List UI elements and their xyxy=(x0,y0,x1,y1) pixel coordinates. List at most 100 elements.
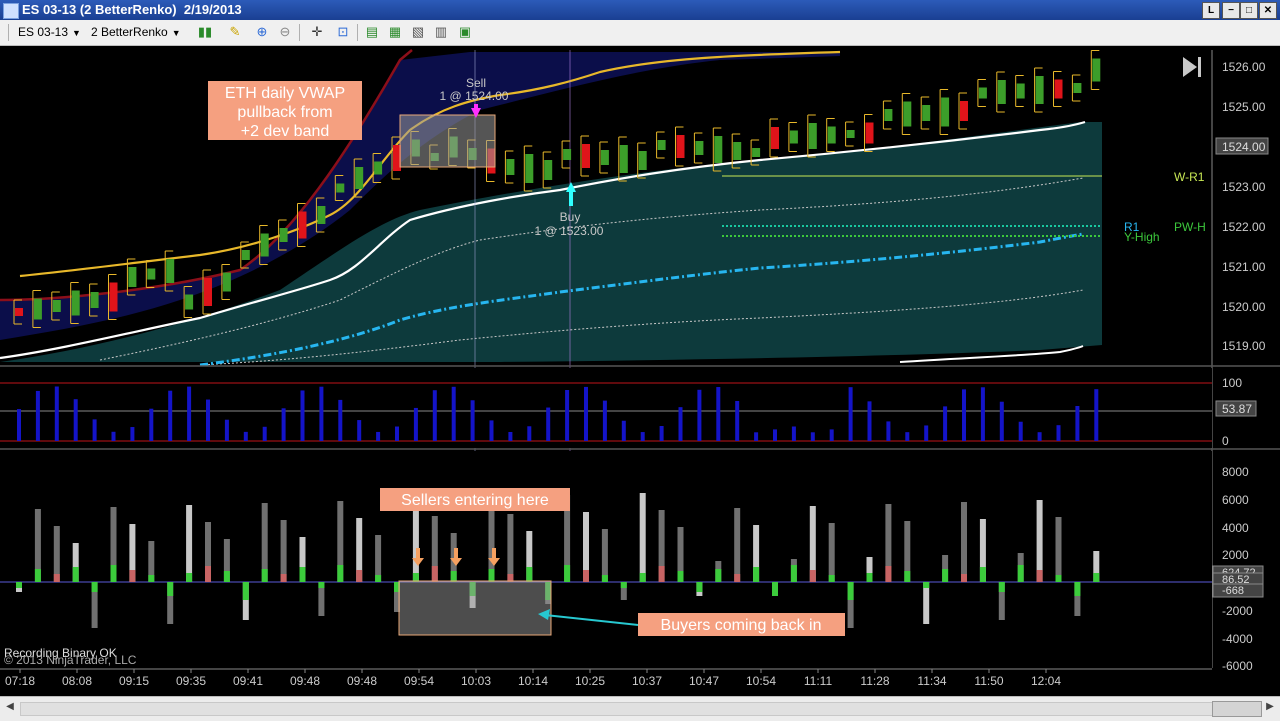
candle-body xyxy=(865,122,874,144)
delta-bar-net xyxy=(299,567,306,582)
crosshair-icon[interactable]: ✛ xyxy=(308,24,326,40)
instrument-label: ES 03-13 xyxy=(18,25,69,39)
oscillator-bar xyxy=(791,426,796,441)
bar-type-selector[interactable]: 2 BetterRenko ▼ xyxy=(91,25,181,39)
delta-bar-net xyxy=(753,567,760,582)
time-tick-label: 11:34 xyxy=(917,674,946,688)
oscillator-bar xyxy=(829,429,834,441)
chart-area[interactable]: ETH daily VWAP pullback from +2 dev band… xyxy=(0,46,1280,696)
draw-pencil-icon[interactable]: ✎ xyxy=(226,24,244,40)
oscillator-bar xyxy=(659,425,664,441)
delta-bar xyxy=(375,535,382,582)
delta-bar xyxy=(186,505,193,582)
toolbar-separator xyxy=(299,24,300,41)
candle-body xyxy=(752,148,761,157)
data-box-icon[interactable]: ⊡ xyxy=(334,24,352,40)
time-tick-label: 10:54 xyxy=(746,674,776,688)
delta-bar-net xyxy=(715,569,722,582)
scroll-track[interactable] xyxy=(20,702,1214,716)
bar-chart-icon[interactable]: ▥ xyxy=(432,24,450,40)
oscillator-bar xyxy=(357,420,362,441)
zoom-in-icon[interactable]: ⊕ xyxy=(253,24,271,40)
time-tick-label: 08:08 xyxy=(62,674,92,688)
time-tick-label: 10:14 xyxy=(518,674,548,688)
candle-body xyxy=(374,161,383,175)
time-tick-label: 10:37 xyxy=(632,674,662,688)
oscillator-bar xyxy=(1075,405,1080,441)
oscillator-bar xyxy=(1056,425,1061,441)
candle-body xyxy=(204,278,212,306)
scroll-thumb[interactable] xyxy=(1212,701,1262,717)
delta-bar-net xyxy=(847,582,854,600)
buy-arrow-stem xyxy=(569,192,573,206)
sell-arrow-stem xyxy=(474,104,478,110)
candle-body xyxy=(147,268,156,280)
candle-body xyxy=(241,250,250,260)
oscillator-bar xyxy=(867,401,872,441)
oscillator-bar xyxy=(168,390,173,441)
save-icon[interactable]: ▣ xyxy=(456,24,474,40)
candle-body xyxy=(582,144,590,168)
candle-body xyxy=(960,101,968,121)
horizontal-scrollbar[interactable]: ◀ ▶ xyxy=(0,696,1280,721)
zoom-out-icon[interactable]: ⊖ xyxy=(276,24,294,40)
oscillator-bar xyxy=(92,419,97,441)
candle-body xyxy=(941,97,950,127)
close-button[interactable]: ✕ xyxy=(1259,2,1277,19)
minimize-button[interactable]: − xyxy=(1222,2,1240,19)
candle-body xyxy=(638,151,647,170)
delta-bar xyxy=(53,526,60,582)
buyers-note: Buyers coming back in xyxy=(661,617,822,634)
link-button[interactable]: L xyxy=(1202,2,1220,19)
delta-bar-net xyxy=(809,570,816,582)
delta-bar-net xyxy=(261,569,268,582)
delta-bar xyxy=(961,502,967,582)
scroll-right-icon[interactable]: ▶ xyxy=(1262,701,1278,715)
delta-bar-net xyxy=(1093,573,1100,582)
delta-value-3: -668 xyxy=(1222,585,1244,597)
maximize-button[interactable]: □ xyxy=(1240,2,1258,19)
annotation-line-2: pullback from xyxy=(237,104,332,121)
candle-body xyxy=(1016,83,1025,99)
delta-bar-net xyxy=(337,565,344,582)
candle-body xyxy=(317,206,326,224)
oscillator-bar xyxy=(130,427,135,441)
delta-bar-net xyxy=(375,575,382,582)
candle-body xyxy=(978,87,987,99)
time-tick-label: 09:35 xyxy=(176,674,206,688)
buy-label: Buy xyxy=(560,210,581,224)
delta-bar-net xyxy=(885,566,892,582)
scroll-left-icon[interactable]: ◀ xyxy=(2,701,18,715)
instrument-selector[interactable]: ES 03-13 ▼ xyxy=(18,25,81,39)
price-tick: 1525.00 xyxy=(1222,100,1266,114)
oscillator-bar xyxy=(584,386,588,441)
time-axis[interactable]: 07:18 08:08 09:15 09:35 09:41 09:48 09:48 09:54… xyxy=(5,669,1061,688)
delta-tick: -6000 xyxy=(1222,659,1253,673)
candle-body xyxy=(1035,76,1044,104)
w-r1-label: W-R1 xyxy=(1174,170,1205,184)
y-high-label: Y-High xyxy=(1124,230,1160,244)
oscillator-bar xyxy=(395,426,399,441)
app-icon xyxy=(3,3,19,19)
delta-bar-net xyxy=(790,565,797,582)
delta-bar-net xyxy=(866,573,873,582)
indicators-icon[interactable]: ▤ xyxy=(363,24,381,40)
delta-bar xyxy=(828,523,835,582)
candle-body xyxy=(355,167,364,189)
strategies-icon[interactable]: ▦ xyxy=(386,24,404,40)
time-tick-label: 09:48 xyxy=(290,674,320,688)
osc-tick: 100 xyxy=(1222,376,1242,390)
oscillator-bar xyxy=(848,387,853,441)
candlestick-style-icon[interactable]: ▮▮ xyxy=(196,24,214,40)
oscillator-bar xyxy=(206,399,210,441)
oscillator-bar xyxy=(262,426,267,441)
delta-bar-net xyxy=(318,582,325,588)
toolbar-separator xyxy=(357,24,358,41)
price-axis[interactable]: 1526.00 1525.00 1523.00 1522.00 1521.00 … xyxy=(1222,60,1266,353)
chart-properties-icon[interactable]: ▧ xyxy=(409,24,427,40)
candle-body xyxy=(336,183,345,193)
candle-body xyxy=(222,272,231,292)
oscillator-bar xyxy=(17,409,21,441)
candle-body xyxy=(563,149,572,160)
candle-body xyxy=(90,292,99,308)
